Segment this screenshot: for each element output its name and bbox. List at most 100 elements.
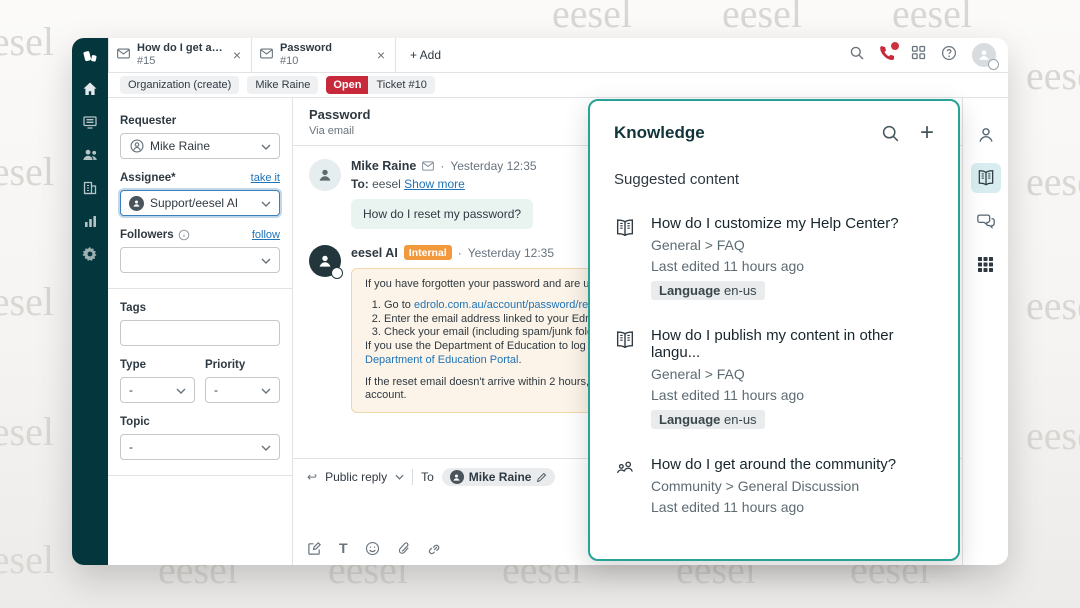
dept-portal-link[interactable]: Department of Education Portal <box>365 354 518 366</box>
breadcrumb: Organization (create) Mike Raine Open Ti… <box>108 72 1008 98</box>
email-channel-icon <box>117 46 130 64</box>
type-value: - <box>129 383 133 397</box>
breadcrumb-requester[interactable]: Mike Raine <box>247 75 319 94</box>
article-edited: Last edited 11 hours ago <box>651 258 805 274</box>
internal-badge: Internal <box>403 245 452 260</box>
help-icon[interactable] <box>941 45 957 66</box>
priority-select[interactable]: - <box>205 377 280 403</box>
chevron-down-icon <box>261 196 271 210</box>
requester-select[interactable]: Mike Raine <box>120 133 280 159</box>
apps-grid-icon[interactable] <box>911 45 926 65</box>
reset-url-link[interactable]: edrolo.com.au/account/password/reset/ <box>414 299 606 311</box>
customers-icon[interactable] <box>81 146 99 164</box>
watermark: eesel <box>0 409 54 454</box>
close-tab-icon[interactable]: × <box>231 47 243 63</box>
reply-arrow-icon: ↩ <box>307 470 318 484</box>
take-it-link[interactable]: take it <box>251 172 280 184</box>
divider <box>108 288 292 289</box>
compose-note-icon[interactable] <box>307 541 322 556</box>
to-label: To <box>421 470 434 484</box>
topic-select[interactable]: - <box>120 434 280 460</box>
assignee-select[interactable]: Support/eesel AI <box>120 190 280 216</box>
language-badge: Language en-us <box>651 281 765 300</box>
article-path: Community > General Discussion <box>651 478 860 494</box>
tags-label: Tags <box>120 302 146 314</box>
divider <box>412 469 414 485</box>
eesel-ai-avatar <box>309 245 343 279</box>
show-more-link[interactable]: Show more <box>404 177 465 191</box>
follow-link[interactable]: follow <box>252 229 280 241</box>
recipient-pill[interactable]: Mike Raine <box>441 468 556 486</box>
article-title: How do I get around the community? <box>651 456 897 473</box>
context-panel-strip <box>962 98 1008 565</box>
breadcrumb-organization[interactable]: Organization (create) <box>120 75 240 94</box>
followers-select[interactable] <box>120 247 280 273</box>
chevron-down-icon <box>261 383 271 397</box>
close-tab-icon[interactable]: × <box>375 47 387 63</box>
search-icon[interactable] <box>849 45 865 66</box>
email-channel-icon <box>260 46 273 64</box>
customer-avatar <box>309 159 341 191</box>
views-icon[interactable] <box>81 113 99 131</box>
notification-dot <box>890 40 900 51</box>
admin-gear-icon[interactable] <box>81 245 99 263</box>
attachment-icon[interactable] <box>397 541 411 556</box>
text-format-icon[interactable]: T <box>339 540 348 556</box>
conversations-icon[interactable] <box>971 206 1001 236</box>
ticket-number: Ticket #10 <box>376 78 427 91</box>
tags-input[interactable] <box>120 320 280 346</box>
topic-label: Topic <box>120 416 150 428</box>
knowledge-search-icon[interactable] <box>881 124 900 143</box>
divider <box>108 475 292 476</box>
knowledge-item[interactable]: How do I get around the community? Commu… <box>614 456 934 515</box>
info-icon <box>178 229 189 241</box>
reporting-icon[interactable] <box>81 212 99 230</box>
priority-value: - <box>214 383 218 397</box>
tab-title: How do I get a ref... <box>137 42 224 55</box>
message-time: Yesterday 12:35 <box>467 245 555 260</box>
knowledge-item[interactable]: How do I publish my content in other lan… <box>614 327 934 429</box>
email-channel-icon <box>422 161 435 171</box>
knowledge-panel-title: Knowledge <box>614 123 705 142</box>
apps-icon[interactable] <box>971 249 1001 279</box>
ticket-tab-15[interactable]: How do I get a ref... #15 × <box>108 38 252 72</box>
dot-separator: · <box>457 245 462 260</box>
emoji-icon[interactable] <box>365 541 380 556</box>
watermark: eesel <box>0 149 54 194</box>
person-icon <box>129 139 144 154</box>
article-book-icon <box>614 215 636 300</box>
organizations-icon[interactable] <box>81 179 99 197</box>
user-context-icon[interactable] <box>971 120 1001 150</box>
chevron-down-icon <box>261 253 271 267</box>
reply-type-selector[interactable]: Public reply <box>325 470 387 484</box>
type-select[interactable]: - <box>120 377 195 403</box>
article-title: How do I customize my Help Center? <box>651 215 899 232</box>
requester-value: Mike Raine <box>150 139 211 153</box>
knowledge-book-icon[interactable] <box>970 163 1001 193</box>
watermark: eesel <box>1026 53 1080 98</box>
add-tab-button[interactable]: + Add <box>396 38 455 72</box>
customer-message-text: How do I reset my password? <box>351 199 534 229</box>
tab-title: Password <box>280 42 332 55</box>
phone-icon[interactable] <box>880 40 900 66</box>
watermark: eesel <box>0 19 54 64</box>
tab-ticket-number: #15 <box>137 55 156 67</box>
watermark: eesel <box>1026 159 1080 204</box>
ticket-tab-10[interactable]: Password #10 × <box>252 38 396 72</box>
user-avatar[interactable] <box>972 43 999 70</box>
home-icon[interactable] <box>81 80 99 98</box>
article-edited: Last edited 11 hours ago <box>651 387 805 403</box>
watermark: eesel <box>1026 413 1080 458</box>
recipient-avatar <box>449 470 464 484</box>
knowledge-add-icon[interactable]: + <box>920 121 934 145</box>
link-icon[interactable] <box>428 541 443 556</box>
suggested-content-heading: Suggested content <box>614 171 740 188</box>
edit-pencil-icon[interactable] <box>536 472 547 483</box>
article-path: General > FAQ <box>651 366 745 382</box>
knowledge-item[interactable]: How do I customize my Help Center? Gener… <box>614 215 934 300</box>
message-author: eesel AI <box>351 245 398 260</box>
status-badge: Open <box>326 75 369 94</box>
bot-badge-icon <box>331 267 343 279</box>
requester-label: Requester <box>120 115 177 127</box>
community-people-icon <box>614 456 636 515</box>
